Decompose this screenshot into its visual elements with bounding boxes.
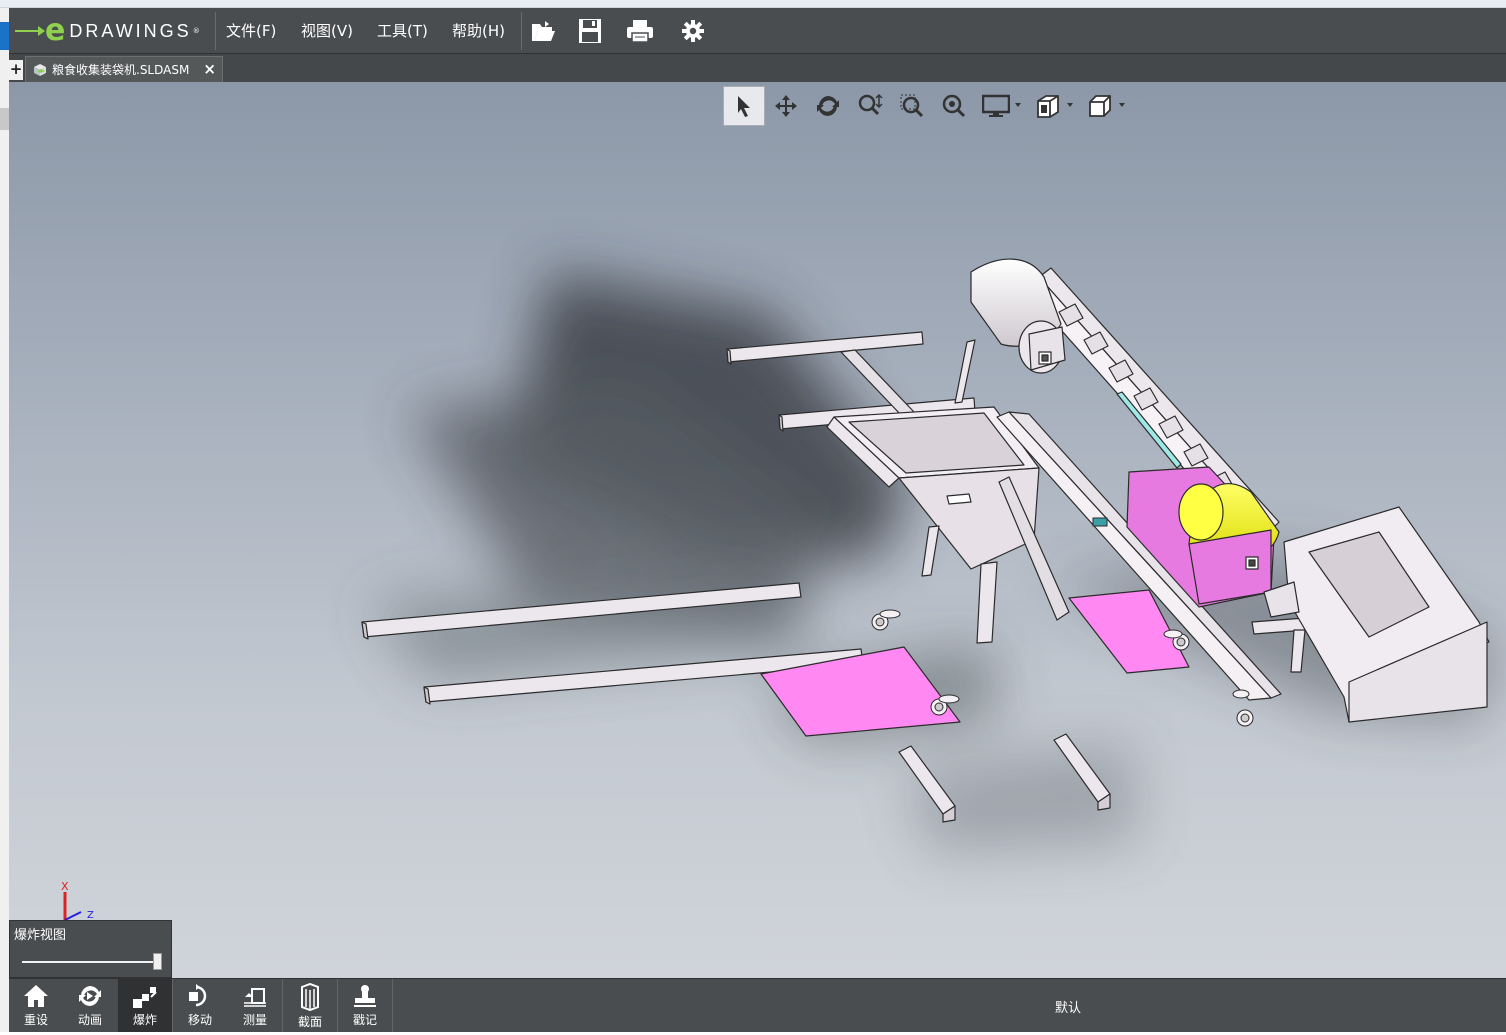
document-tab-strip: + 粮食收集装袋机.SLDASM × (9, 54, 1506, 82)
explode-slider-thumb[interactable] (153, 953, 162, 970)
zoom-icon[interactable] (849, 86, 891, 126)
stamp-icon (354, 985, 376, 1007)
chevron-down-icon[interactable] (1015, 103, 1021, 107)
explode-button[interactable]: 爆炸 (118, 979, 172, 1033)
bottom-toolbar: 重设 动画 爆炸 移动 测量 截面 戳记 默认 (9, 978, 1506, 1033)
open-folder-icon[interactable] (528, 16, 558, 46)
measure-icon (244, 988, 266, 1007)
stamp-label: 戳记 (352, 1013, 377, 1027)
explode-label: 爆炸 (132, 1013, 157, 1027)
explode-view-panel: 爆炸视图 (9, 920, 172, 978)
desktop-edge (0, 8, 9, 1035)
new-tab-button[interactable]: + (9, 60, 23, 80)
reset-button[interactable]: 重设 (9, 979, 63, 1033)
rotate-icon[interactable] (807, 86, 849, 126)
menu-tools[interactable]: 工具(T) (377, 20, 428, 41)
menu-separator (521, 12, 522, 50)
move-icon (189, 984, 207, 1007)
zoom-to-area-icon[interactable] (891, 86, 933, 126)
3d-viewport[interactable]: X Z (9, 82, 1506, 978)
animate-button[interactable]: 动画 (63, 979, 117, 1033)
menu-file[interactable]: 文件(F) (226, 20, 276, 41)
edrawings-logo: e DRAWINGS ® (15, 14, 200, 48)
animate-icon (79, 986, 101, 1006)
edrawings-window: e DRAWINGS ® 文件(F) 视图(V) 工具(T) 帮助(H) + 粮… (0, 0, 1506, 1035)
menu-bar: e DRAWINGS ® 文件(F) 视图(V) 工具(T) 帮助(H) (9, 8, 1506, 54)
logo-letter: e (45, 13, 66, 48)
document-tab-title: 粮食收集装袋机.SLDASM (52, 63, 190, 77)
measure-label: 测量 (242, 1013, 267, 1027)
toolbar-separator (392, 979, 393, 1033)
menu-view[interactable]: 视图(V) (301, 20, 353, 41)
animate-label: 动画 (77, 1013, 102, 1027)
home-icon (24, 985, 48, 1007)
display-style-icon[interactable] (975, 86, 1021, 126)
standard-views-icon[interactable] (1079, 86, 1125, 126)
close-tab-icon[interactable]: × (203, 60, 216, 78)
section-label: 截面 (297, 1015, 322, 1029)
triad-x-label: X (61, 880, 69, 893)
assembly-icon (34, 63, 46, 76)
move-label: 移动 (187, 1013, 212, 1027)
settings-gear-icon[interactable] (678, 16, 708, 46)
stamp-button[interactable]: 戳记 (338, 979, 392, 1033)
measure-button[interactable]: 测量 (228, 979, 282, 1033)
logo-arrow-icon (15, 26, 45, 36)
explode-icon (133, 987, 157, 1008)
reset-label: 重设 (23, 1013, 48, 1027)
desktop-edge-block (0, 108, 9, 130)
logo-word: DRAWINGS (69, 20, 192, 41)
logo-registered-mark: ® (192, 27, 200, 35)
select-arrow-icon[interactable] (723, 86, 765, 126)
section-icon (301, 983, 319, 1011)
menu-separator (215, 12, 216, 50)
move-button[interactable]: 移动 (173, 979, 227, 1033)
menu-help[interactable]: 帮助(H) (452, 20, 505, 41)
explode-slider-track[interactable] (22, 961, 162, 963)
section-button[interactable]: 截面 (283, 979, 337, 1033)
explode-view-title: 爆炸视图 (14, 928, 67, 943)
desktop-edge-accent (0, 22, 9, 50)
view-orientation-icon[interactable] (1027, 86, 1073, 126)
chevron-down-icon[interactable] (1119, 103, 1125, 107)
desktop-strip (0, 0, 1506, 8)
pan-icon[interactable] (765, 86, 807, 126)
configuration-status: 默认 (1055, 1001, 1082, 1016)
assembly-model-render (361, 258, 1499, 852)
zoom-to-fit-icon[interactable] (933, 86, 975, 126)
document-tab[interactable]: 粮食收集装袋机.SLDASM × (25, 56, 223, 82)
save-icon[interactable] (575, 16, 605, 46)
chevron-down-icon[interactable] (1067, 103, 1073, 107)
print-icon[interactable] (625, 16, 655, 46)
view-toolbar (723, 86, 1125, 126)
